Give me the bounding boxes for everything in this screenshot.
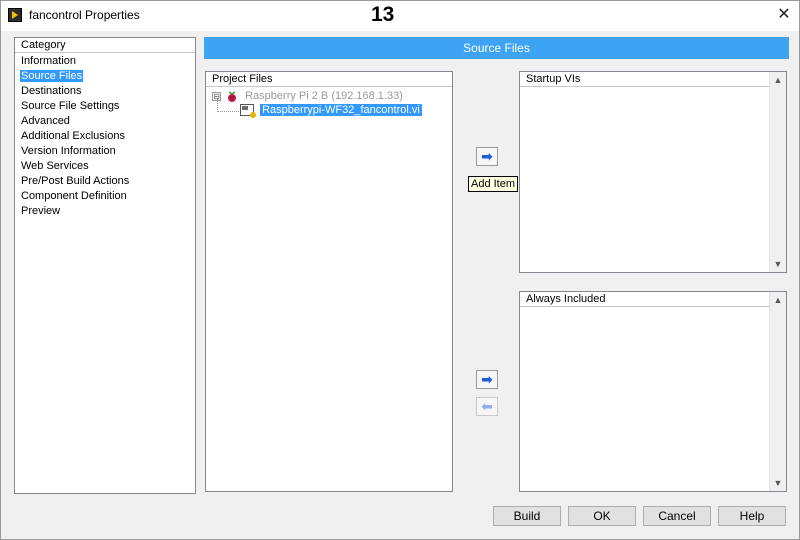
category-item-label: Information: [21, 55, 77, 67]
dialog-body: Category Information Source Files Destinat…: [1, 31, 799, 539]
always-included-header: Always Included: [520, 292, 769, 307]
category-item-label: Source Files: [20, 70, 84, 82]
category-list: Information Source Files Destinations Sourc…: [15, 53, 195, 219]
scroll-up-icon[interactable]: ▲: [770, 292, 786, 308]
section-title: Source Files: [204, 37, 789, 59]
raspberry-pi-icon: [228, 90, 237, 102]
project-files-header: Project Files: [206, 72, 452, 87]
window-title: fancontrol Properties: [29, 8, 140, 22]
title-bar: fancontrol Properties 13 ✕: [1, 1, 799, 31]
category-item-pre-post-build-actions[interactable]: Pre/Post Build Actions: [15, 174, 195, 189]
category-header: Category: [15, 38, 195, 53]
add-to-always-included-button[interactable]: ➡: [476, 370, 498, 389]
category-item-component-definition[interactable]: Component Definition: [15, 189, 195, 204]
always-included-list[interactable]: Always Included ▲ ▼: [519, 291, 787, 492]
cancel-button[interactable]: Cancel: [643, 506, 711, 526]
tree-connector: [217, 111, 239, 112]
startup-vis-header: Startup VIs: [520, 72, 769, 87]
category-item-web-services[interactable]: Web Services: [15, 159, 195, 174]
category-item-label: Web Services: [21, 160, 89, 172]
category-item-version-information[interactable]: Version Information: [15, 144, 195, 159]
scroll-down-icon[interactable]: ▼: [770, 475, 786, 491]
help-button[interactable]: Help: [718, 506, 786, 526]
category-item-advanced[interactable]: Advanced: [15, 114, 195, 129]
startup-vis-scrollbar[interactable]: ▲ ▼: [769, 72, 786, 272]
tree-item-target[interactable]: ⊟ Raspberry Pi 2 B (192.168.1.33): [212, 89, 403, 104]
remove-from-always-included-button[interactable]: ⬅: [476, 397, 498, 416]
category-item-label: Pre/Post Build Actions: [21, 175, 130, 187]
properties-dialog: fancontrol Properties 13 ✕ Category Info…: [0, 0, 800, 540]
category-item-source-file-settings[interactable]: Source File Settings: [15, 99, 195, 114]
step-number: 13: [371, 3, 395, 26]
ok-button[interactable]: OK: [568, 506, 636, 526]
tree-item-target-label: Raspberry Pi 2 B (192.168.1.33): [245, 90, 403, 102]
collapse-icon[interactable]: ⊟: [212, 91, 221, 101]
close-icon[interactable]: ✕: [773, 5, 795, 25]
build-button[interactable]: Build: [493, 506, 561, 526]
scroll-up-icon[interactable]: ▲: [770, 72, 786, 88]
tree-item-vi-file-label: Raspberrypi-WF32_fancontrol.vi: [260, 104, 422, 116]
add-item-tooltip: Add Item: [468, 176, 519, 192]
category-item-source-files[interactable]: Source Files: [15, 69, 195, 84]
category-item-label: Preview: [21, 205, 61, 217]
add-to-startup-button[interactable]: ➡: [476, 147, 498, 166]
category-item-preview[interactable]: Preview: [15, 204, 195, 219]
category-list-panel: Category Information Source Files Destinat…: [14, 37, 196, 494]
category-item-destinations[interactable]: Destinations: [15, 84, 195, 99]
category-item-label: Additional Exclusions: [21, 130, 125, 142]
category-item-label: Advanced: [21, 115, 70, 127]
category-item-additional-exclusions[interactable]: Additional Exclusions: [15, 129, 195, 144]
tree-item-vi-file[interactable]: Raspberrypi-WF32_fancontrol.vi: [240, 103, 422, 119]
category-item-label: Component Definition: [21, 190, 127, 202]
startup-vis-list[interactable]: Startup VIs ▲ ▼: [519, 71, 787, 273]
vi-file-icon: [240, 104, 256, 119]
category-item-label: Version Information: [21, 145, 116, 157]
category-item-label: Source File Settings: [21, 100, 120, 112]
project-files-tree[interactable]: Project Files ⊟ Raspberry Pi 2 B (192.16…: [205, 71, 453, 492]
labview-app-icon: [8, 8, 22, 22]
scroll-down-icon[interactable]: ▼: [770, 256, 786, 272]
category-item-information[interactable]: Information: [15, 54, 195, 69]
always-included-scrollbar[interactable]: ▲ ▼: [769, 292, 786, 491]
category-item-label: Destinations: [21, 85, 82, 97]
